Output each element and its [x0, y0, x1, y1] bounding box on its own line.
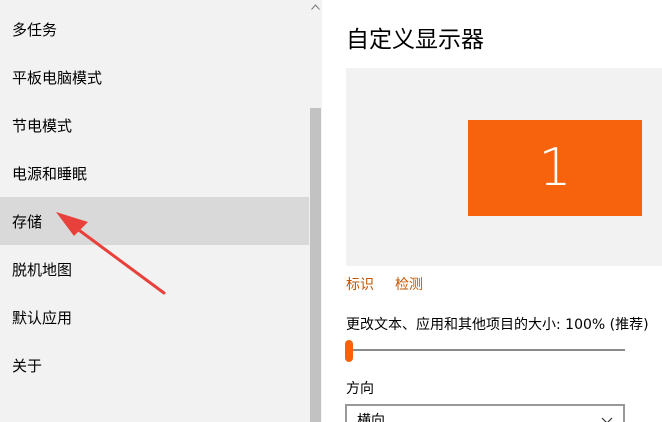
sidebar-item-tablet-mode[interactable]: 平板电脑模式 — [0, 53, 309, 101]
sidebar-item-label: 存储 — [12, 212, 43, 231]
sidebar-item-multitasking[interactable]: 多任务 — [0, 5, 309, 53]
sidebar-item-label: 关于 — [12, 356, 43, 375]
sidebar-item-label: 节电模式 — [12, 116, 73, 135]
sidebar-item-label: 默认应用 — [12, 308, 73, 327]
sidebar-item-power-sleep[interactable]: 电源和睡眠 — [0, 149, 309, 197]
sidebar-item-battery-saver[interactable]: 节电模式 — [0, 101, 309, 149]
page-title: 自定义显示器 — [346, 27, 484, 53]
settings-sidebar: 多任务 平板电脑模式 节电模式 电源和睡眠 存储 脱机地图 默认应用 关于 — [0, 0, 322, 422]
identify-link[interactable]: 标识 — [346, 274, 374, 294]
sidebar-item-offline-maps[interactable]: 脱机地图 — [0, 245, 309, 293]
sidebar-item-default-apps[interactable]: 默认应用 — [0, 293, 309, 341]
sidebar-item-label: 多任务 — [12, 20, 58, 39]
orientation-value: 横向 — [357, 413, 385, 422]
detect-link[interactable]: 检测 — [395, 274, 423, 294]
scale-label: 更改文本、应用和其他项目的大小: 100% (推荐) — [346, 317, 649, 333]
sidebar-item-about[interactable]: 关于 — [0, 341, 309, 389]
scale-slider[interactable] — [346, 349, 625, 351]
chevron-down-icon — [601, 412, 613, 422]
monitor-tile[interactable]: 1 — [468, 120, 642, 216]
orientation-dropdown[interactable]: 横向 — [345, 404, 625, 422]
sidebar-item-label: 平板电脑模式 — [12, 68, 103, 87]
sidebar-item-storage[interactable]: 存储 — [0, 197, 309, 245]
scale-slider-thumb[interactable] — [345, 340, 353, 362]
scrollbar-thumb[interactable] — [310, 108, 321, 422]
orientation-label: 方向 — [346, 381, 374, 397]
sidebar-item-label: 电源和睡眠 — [12, 164, 88, 183]
sidebar-item-label: 脱机地图 — [12, 260, 73, 279]
scroll-up-arrow-icon[interactable] — [309, 0, 322, 14]
